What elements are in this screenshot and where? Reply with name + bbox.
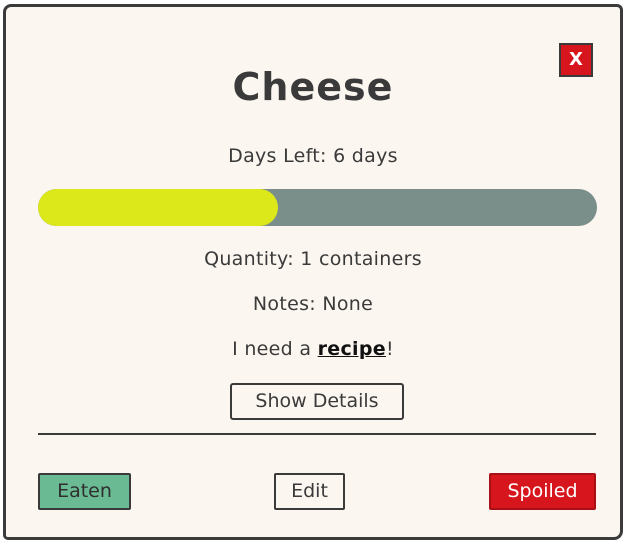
freshness-progress-fill <box>38 189 279 226</box>
divider <box>38 433 596 435</box>
freshness-progress-bar <box>38 189 597 226</box>
item-modal: X Cheese Days Left: 6 days Quantity: 1 c… <box>3 4 623 540</box>
eaten-button[interactable]: Eaten <box>38 473 131 510</box>
edit-button[interactable]: Edit <box>274 473 345 510</box>
days-left-text: Days Left: 6 days <box>228 145 398 167</box>
spoiled-button[interactable]: Spoiled <box>489 473 596 510</box>
quantity-text: Quantity: 1 containers <box>204 248 422 270</box>
show-details-button[interactable]: Show Details <box>230 383 404 420</box>
recipe-suffix: ! <box>385 338 394 360</box>
recipe-link[interactable]: recipe <box>318 338 386 360</box>
recipe-prompt: I need a recipe! <box>6 338 620 360</box>
recipe-prefix: I need a <box>232 338 318 360</box>
notes-text: Notes: None <box>252 293 374 315</box>
item-title: Cheese <box>232 65 394 109</box>
